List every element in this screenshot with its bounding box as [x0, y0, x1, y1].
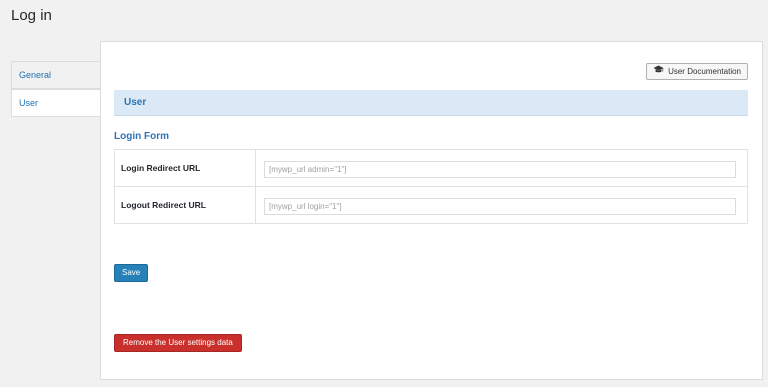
remove-user-settings-button[interactable]: Remove the User settings data [114, 334, 242, 352]
logout-redirect-label: Logout Redirect URL [114, 186, 256, 224]
user-documentation-button[interactable]: User Documentation [646, 63, 748, 80]
login-redirect-cell [255, 149, 748, 187]
login-redirect-url-input[interactable] [264, 160, 736, 178]
form-heading: Login Form [114, 131, 169, 142]
settings-tabs: General User [11, 61, 101, 117]
table-row: Login Redirect URL [114, 149, 748, 187]
table-row: Logout Redirect URL [114, 186, 748, 224]
login-form-table: Login Redirect URL Logout Redirect URL [114, 149, 748, 224]
logout-redirect-cell [255, 186, 748, 224]
settings-panel: User Documentation User Login Form Login… [100, 41, 763, 380]
save-button[interactable]: Save [114, 264, 149, 282]
user-documentation-label: User Documentation [668, 67, 741, 76]
page-title: Log in [11, 7, 52, 24]
logout-redirect-url-input[interactable] [264, 197, 736, 215]
tab-user[interactable]: User [11, 89, 101, 117]
section-header: User [114, 90, 748, 116]
login-redirect-label: Login Redirect URL [114, 149, 256, 187]
graduation-cap-icon [653, 64, 664, 79]
tab-general[interactable]: General [11, 61, 101, 89]
